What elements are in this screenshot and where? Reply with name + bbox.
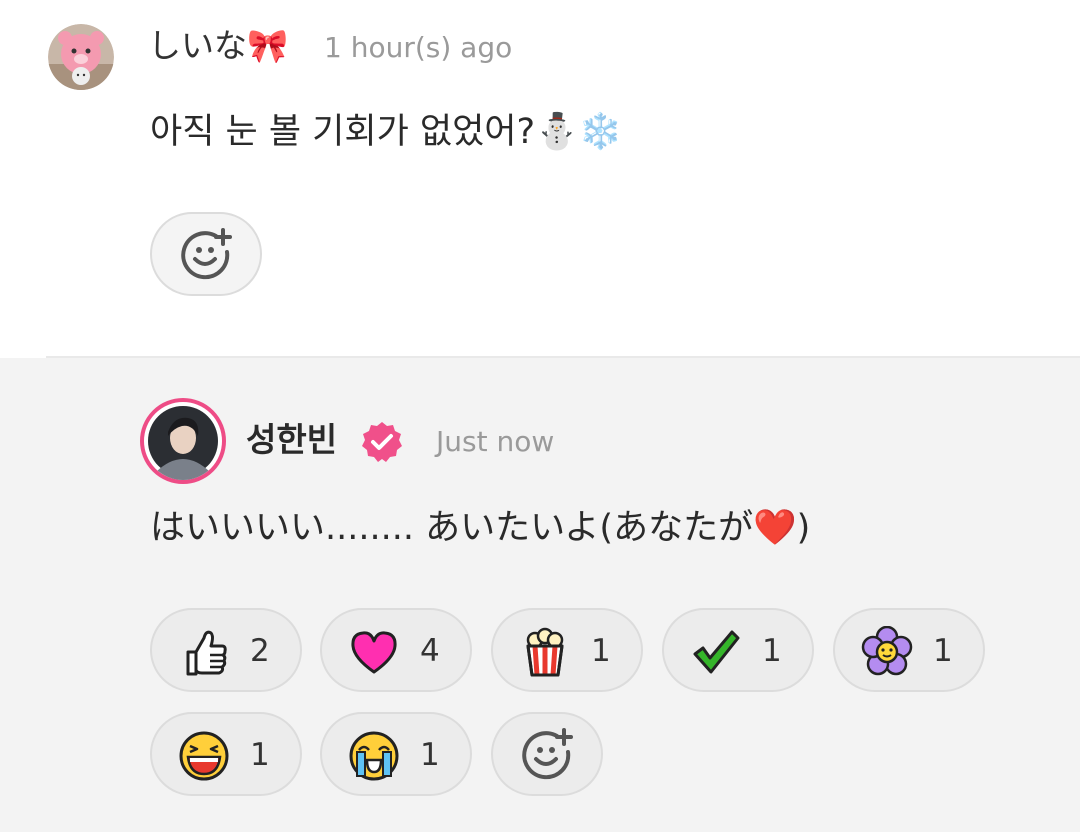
thumbs-up-icon	[178, 626, 230, 678]
checkmark-icon	[690, 626, 742, 678]
reaction-count: 1	[250, 737, 270, 773]
comment-timestamp: Just now	[436, 425, 555, 458]
comment-author[interactable]: しいな🎀	[148, 26, 288, 66]
popcorn-icon	[519, 626, 571, 678]
reaction-laughing[interactable]: 1	[150, 712, 302, 796]
reaction-count: 1	[933, 633, 953, 669]
reaction-thumbs-up[interactable]: 2	[150, 608, 302, 692]
reaction-flower[interactable]: 1	[833, 608, 985, 692]
add-emoji-icon	[152, 214, 260, 294]
laughing-face-icon	[178, 730, 230, 782]
add-emoji-icon	[493, 714, 601, 794]
user-photo-avatar[interactable]	[140, 398, 226, 484]
divider	[0, 354, 46, 358]
reaction-popcorn[interactable]: 1	[491, 608, 643, 692]
add-reaction-button[interactable]	[491, 712, 603, 796]
verified-badge-icon	[360, 420, 404, 464]
reaction-count: 1	[591, 633, 611, 669]
comment-card-1: しいな🎀 1 hour(s) ago 아직 눈 볼 기회가 없었어?⛄❄️	[0, 0, 1080, 356]
comment-text: はいいいい........ あいたいよ(あなたが❤️)	[150, 508, 811, 548]
reaction-count: 4	[420, 633, 440, 669]
reaction-heart[interactable]: 4	[320, 608, 472, 692]
comment-card-2: 성한빈 Just now はいいいい........ あいたいよ(あなたが❤️)…	[0, 356, 1080, 832]
heart-icon	[348, 626, 400, 678]
pink-bear-avatar[interactable]	[48, 24, 114, 90]
comment-text: 아직 눈 볼 기회가 없었어?⛄❄️	[150, 112, 623, 152]
reaction-crying[interactable]: 1	[320, 712, 472, 796]
comment-author[interactable]: 성한빈	[246, 420, 337, 460]
reaction-count: 1	[420, 737, 440, 773]
flower-icon	[861, 626, 913, 678]
reaction-count: 1	[762, 633, 782, 669]
add-reaction-button[interactable]	[150, 212, 262, 296]
reaction-count: 2	[250, 633, 270, 669]
crying-face-icon	[348, 730, 400, 782]
comment-timestamp: 1 hour(s) ago	[324, 31, 513, 64]
reaction-checkmark[interactable]: 1	[662, 608, 814, 692]
